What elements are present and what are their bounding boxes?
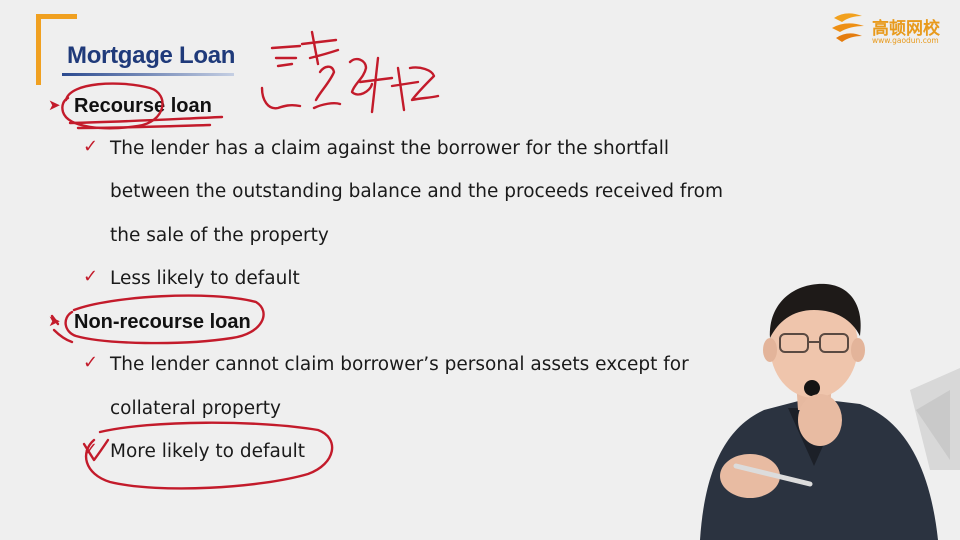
bullet-text: Less likely to default [110,268,300,289]
logo-url: www.gaodun.com [872,36,939,45]
annotation-scribble [390,66,440,112]
bullet-text: the sale of the property [110,225,329,246]
slide-title: Mortgage Loan [67,42,236,69]
annotation-scribble [348,56,394,114]
annotation-scribble [260,44,302,110]
annotation-underline [76,123,212,130]
gaodun-logo: 高顿网校 www.gaodun.com [828,8,956,48]
bullet-text: The lender cannot claim borrower’s perso… [110,354,689,375]
check-icon: ✓ [83,439,99,460]
check-icon: ✓ [83,136,99,157]
presenter-video [700,283,960,540]
bullet-text: More likely to default [110,441,305,462]
check-icon: ✓ [83,352,99,373]
bullet-text: between the outstanding balance and the … [110,181,723,202]
bullet-text: collateral property [110,398,281,419]
title-underline [62,73,234,76]
pointer-icon: ➤ [48,312,61,330]
check-icon: ✓ [83,266,99,287]
logo-mark-icon [832,13,864,42]
pointer-icon: ➤ [48,96,61,114]
lecture-slide: Mortgage Loan 高顿网校 www.gaodun.com ➤ Reco… [0,0,960,540]
annotation-scribble [300,30,342,110]
bullet-text: The lender has a claim against the borro… [110,138,670,159]
section-heading-recourse: Recourse loan [74,95,212,117]
section-heading-non-recourse: Non-recourse loan [74,311,251,333]
